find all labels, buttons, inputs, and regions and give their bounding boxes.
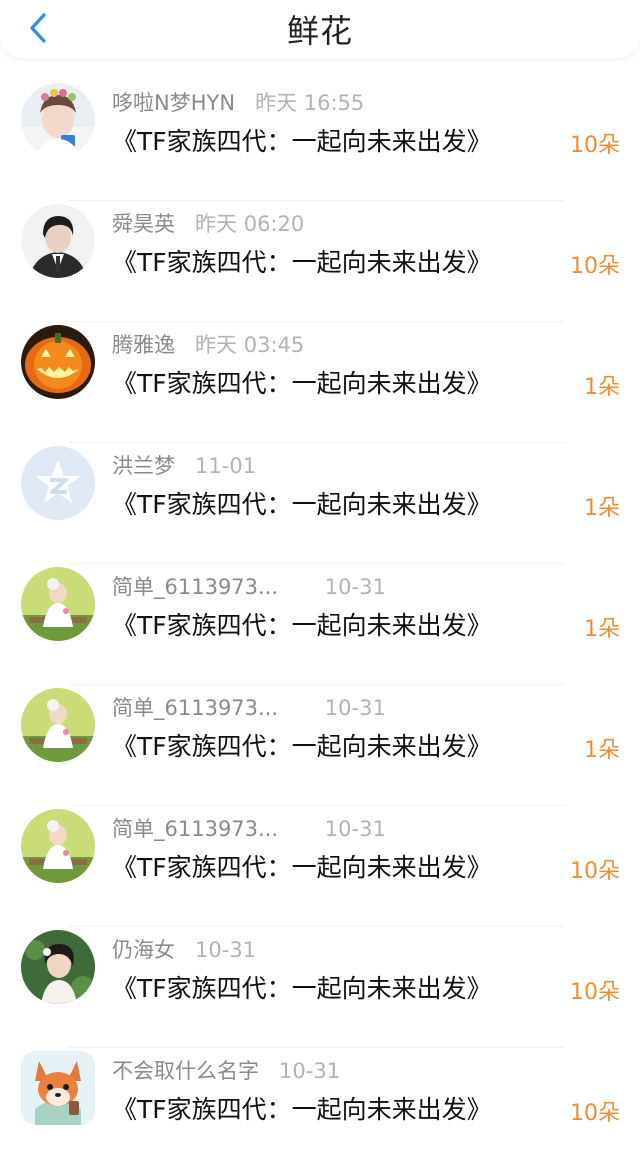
flower-count: 10朵: [570, 254, 620, 279]
header-bar: 鲜花: [0, 0, 640, 58]
sender-name[interactable]: 舜昊英: [112, 212, 175, 236]
sender-name[interactable]: 腾雅逸: [112, 333, 175, 357]
page-title: 鲜花: [286, 12, 353, 50]
sender-name[interactable]: 不会取什么名字: [112, 1059, 259, 1083]
item-meta: 仍海女 10-31: [112, 934, 256, 964]
timestamp: 10-31: [324, 696, 386, 720]
item-meta: 简单_6113973... 10-31: [112, 571, 386, 601]
message-text[interactable]: 《TF家族四代：一起向未来出发》: [112, 122, 492, 158]
avatar[interactable]: [21, 809, 95, 883]
message-text[interactable]: 《TF家族四代：一起向未来出发》: [112, 848, 492, 884]
message-text[interactable]: 《TF家族四代：一起向未来出发》: [112, 364, 492, 400]
list-item[interactable]: 腾雅逸 昨天 03:45 《TF家族四代：一起向未来出发》 1朵: [0, 322, 640, 443]
flower-count: 10朵: [570, 980, 620, 1005]
item-meta: 洪兰梦 11-01: [112, 450, 256, 480]
list-item[interactable]: 洪兰梦 11-01 《TF家族四代：一起向未来出发》 1朵: [0, 443, 640, 564]
avatar[interactable]: [21, 567, 95, 641]
item-meta: 简单_6113973... 10-31: [112, 692, 386, 722]
flower-count: 1朵: [584, 617, 620, 642]
avatar[interactable]: [21, 83, 95, 157]
sender-name[interactable]: 简单_6113973...: [112, 817, 278, 841]
item-meta: 简单_6113973... 10-31: [112, 813, 386, 843]
avatar[interactable]: [21, 688, 95, 762]
list-item[interactable]: 哆啦N梦HYN 昨天 16:55 《TF家族四代：一起向未来出发》 10朵: [0, 80, 640, 201]
avatar[interactable]: [21, 204, 95, 278]
message-text[interactable]: 《TF家族四代：一起向未来出发》: [112, 727, 492, 763]
sender-name[interactable]: 仍海女: [112, 938, 175, 962]
message-text[interactable]: 《TF家族四代：一起向未来出发》: [112, 606, 492, 642]
flower-count: 10朵: [570, 859, 620, 884]
flower-count: 10朵: [570, 1101, 620, 1126]
timestamp: 昨天 06:20: [195, 212, 305, 236]
sender-name[interactable]: 洪兰梦: [112, 454, 175, 478]
item-meta: 不会取什么名字 10-31: [112, 1055, 340, 1085]
timestamp: 10-31: [324, 817, 386, 841]
timestamp: 10-31: [324, 575, 386, 599]
sender-name[interactable]: 简单_6113973...: [112, 575, 278, 599]
message-text[interactable]: 《TF家族四代：一起向未来出发》: [112, 243, 492, 279]
timestamp: 11-01: [195, 454, 257, 478]
flower-count: 1朵: [584, 738, 620, 763]
message-text[interactable]: 《TF家族四代：一起向未来出发》: [112, 1090, 492, 1126]
flower-count: 10朵: [570, 133, 620, 158]
list-item[interactable]: 仍海女 10-31 《TF家族四代：一起向未来出发》 10朵: [0, 927, 640, 1048]
list-item[interactable]: 不会取什么名字 10-31 《TF家族四代：一起向未来出发》 10朵: [0, 1048, 640, 1169]
avatar[interactable]: [21, 1051, 95, 1125]
message-text[interactable]: 《TF家族四代：一起向未来出发》: [112, 969, 492, 1005]
flower-count: 1朵: [584, 496, 620, 521]
list-item[interactable]: 舜昊英 昨天 06:20 《TF家族四代：一起向未来出发》 10朵: [0, 201, 640, 322]
timestamp: 10-31: [195, 938, 257, 962]
list-item[interactable]: 简单_6113973... 10-31 《TF家族四代：一起向未来出发》 1朵: [0, 685, 640, 806]
item-meta: 哆啦N梦HYN 昨天 16:55: [112, 87, 364, 117]
item-meta: 腾雅逸 昨天 03:45: [112, 329, 304, 359]
sender-name[interactable]: 哆啦N梦HYN: [112, 91, 235, 115]
avatar[interactable]: [21, 446, 95, 520]
timestamp: 10-31: [279, 1059, 341, 1083]
avatar[interactable]: [21, 930, 95, 1004]
flower-list: 哆啦N梦HYN 昨天 16:55 《TF家族四代：一起向未来出发》 10朵 舜昊…: [0, 80, 640, 1169]
list-item[interactable]: 简单_6113973... 10-31 《TF家族四代：一起向未来出发》 10朵: [0, 806, 640, 927]
timestamp: 昨天 16:55: [255, 91, 365, 115]
message-text[interactable]: 《TF家族四代：一起向未来出发》: [112, 485, 492, 521]
timestamp: 昨天 03:45: [195, 333, 305, 357]
flower-count: 1朵: [584, 375, 620, 400]
sender-name[interactable]: 简单_6113973...: [112, 696, 278, 720]
avatar[interactable]: [21, 325, 95, 399]
list-item[interactable]: 简单_6113973... 10-31 《TF家族四代：一起向未来出发》 1朵: [0, 564, 640, 685]
item-meta: 舜昊英 昨天 06:20: [112, 208, 304, 238]
